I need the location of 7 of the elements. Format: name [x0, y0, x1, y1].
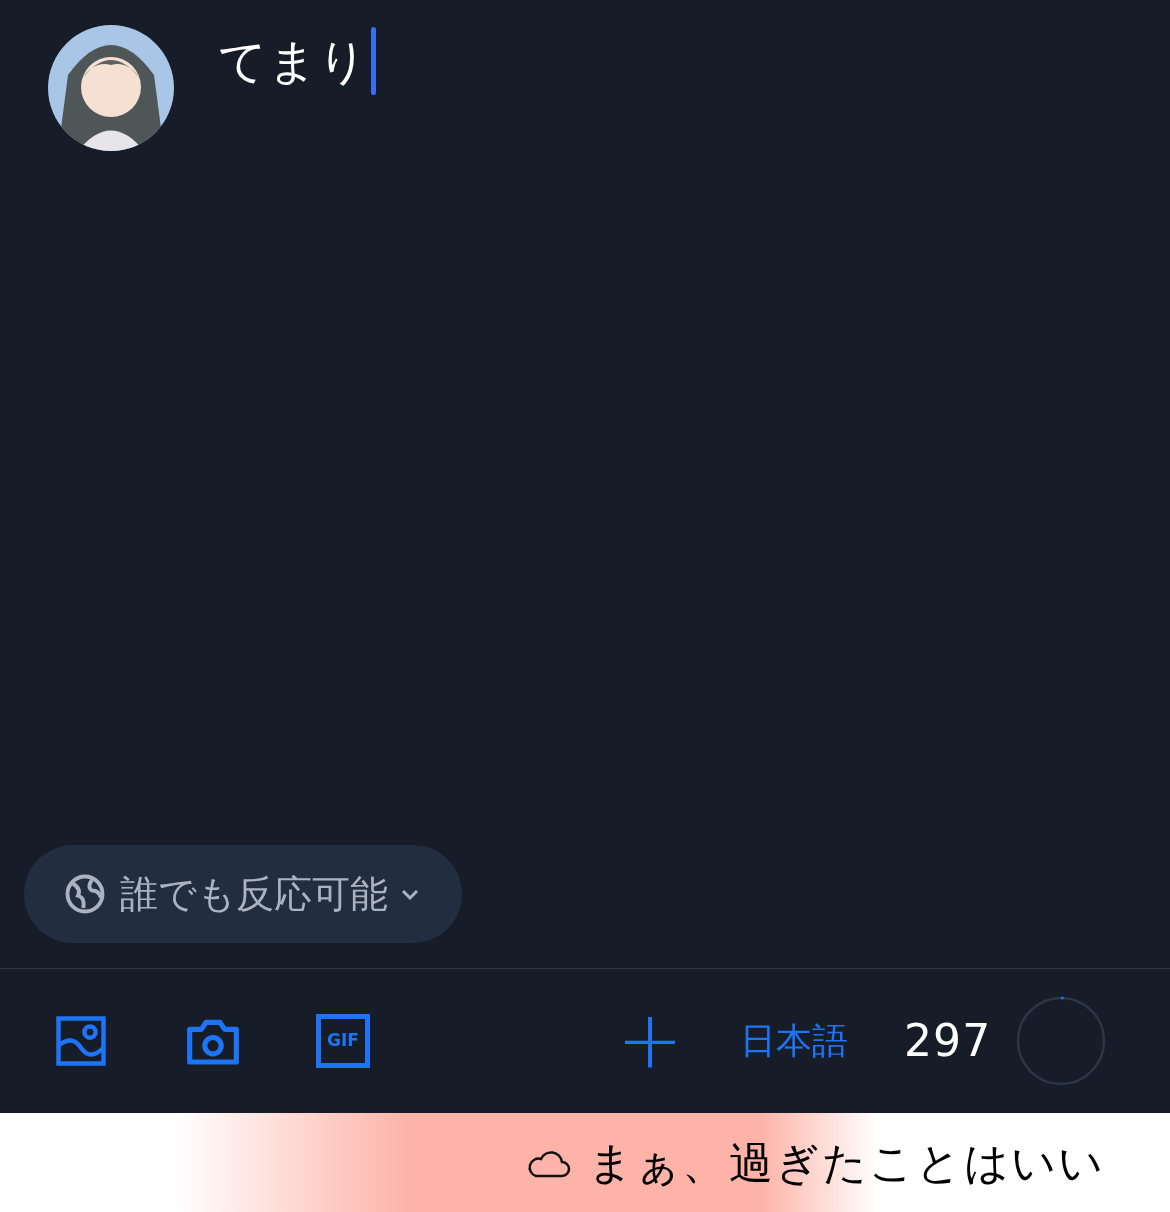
reply-setting-button[interactable]: 誰でも反応可能	[24, 845, 462, 943]
gif-button[interactable]: GIF	[316, 1014, 370, 1068]
status-message: まぁ、過ぎたことはいい	[588, 1135, 1106, 1190]
add-button[interactable]: +	[620, 1011, 680, 1071]
character-count: 297	[904, 1014, 992, 1068]
language-button[interactable]: 日本語	[740, 1014, 848, 1068]
post-text-field[interactable]: てまり	[218, 29, 369, 93]
